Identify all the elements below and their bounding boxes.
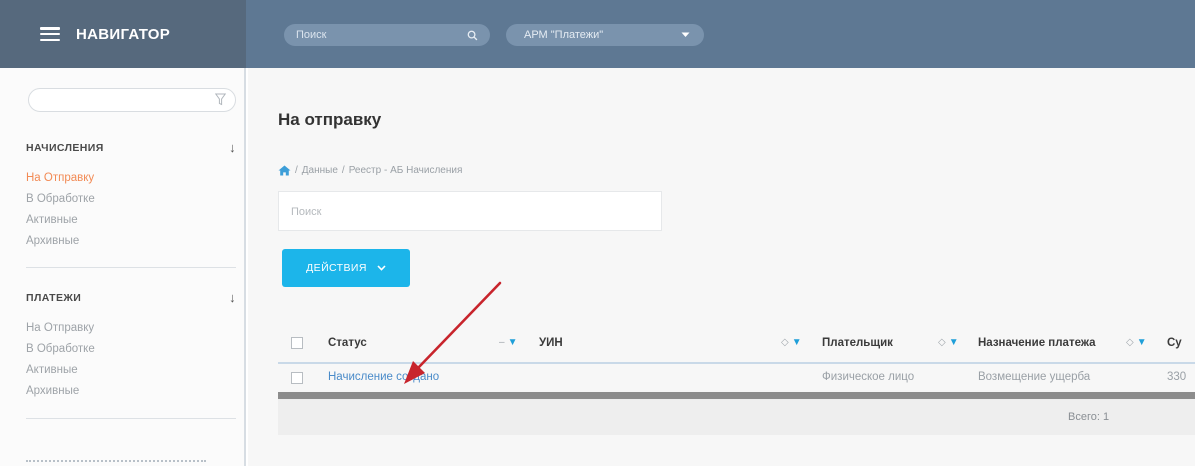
sidebar-item-accruals-active[interactable]: Активные — [26, 214, 78, 226]
total-count: Всего: 1 — [1068, 411, 1110, 423]
sidebar-filter[interactable] — [28, 88, 236, 112]
apm-label: АРМ "Платежи" — [524, 29, 604, 41]
page-title: На отправку — [278, 110, 382, 129]
table-header: Статус – ▼ УИН ◇ ▼ Плательщик ◇ ▼ Назначени… — [278, 328, 1195, 364]
column-header-amount[interactable]: Су — [1167, 337, 1182, 349]
breadcrumb-separator: / — [341, 165, 345, 176]
chevron-down-icon — [681, 32, 690, 37]
global-search-input[interactable] — [296, 29, 446, 41]
filter-icon[interactable]: ▼ — [1137, 337, 1147, 348]
sidebar-item-payments-to-send[interactable]: На Отправку — [26, 322, 94, 334]
apm-selector[interactable]: АРМ "Платежи" — [506, 24, 704, 46]
main-content: На отправку / Данные / Реестр - АБ Начис… — [248, 68, 1195, 466]
breadcrumb-separator: / — [295, 165, 298, 176]
sort-icon[interactable]: ◇ ▼ — [938, 337, 959, 348]
sidebar-divider — [26, 267, 236, 268]
sort-icon[interactable]: ◇ ▼ — [781, 337, 802, 348]
table-footer: Всего: 1 — [278, 399, 1195, 435]
sidebar-item-payments-archived[interactable]: Архивные — [26, 385, 79, 397]
sidebar-filter-input[interactable] — [39, 89, 213, 111]
sidebar-divider — [26, 418, 236, 419]
hamburger-icon[interactable] — [40, 27, 60, 41]
chevron-down-icon — [377, 265, 386, 271]
breadcrumb: / Данные / Реестр - АБ Начисления — [278, 165, 462, 176]
horizontal-scrollbar[interactable] — [278, 392, 1195, 399]
table-search-input[interactable] — [279, 192, 653, 232]
filter-icon[interactable]: ▼ — [949, 337, 959, 348]
brand-title: НАВИГАТОР — [76, 25, 171, 43]
filter-icon[interactable]: ▼ — [792, 337, 802, 348]
sort-icon[interactable]: – ▼ — [499, 337, 517, 348]
table-row[interactable]: Начисление создано Физическое лицо Возме… — [278, 364, 1195, 392]
top-nav: АРМ "Платежи" — [246, 0, 1195, 68]
sort-icon[interactable]: ◇ ▼ — [1126, 337, 1147, 348]
actions-button[interactable]: ДЕЙСТВИЯ — [282, 249, 410, 287]
sidebar-bottom-edge — [26, 460, 206, 466]
column-header-status[interactable]: Статус — [328, 337, 367, 349]
row-checkbox[interactable] — [291, 372, 303, 384]
filter-icon[interactable] — [215, 93, 226, 106]
home-icon[interactable] — [278, 165, 291, 176]
arrow-down-icon[interactable]: ↓ — [229, 140, 236, 155]
sidebar: НАЧИСЛЕНИЯ ↓ На Отправку В Обработке Акт… — [0, 68, 246, 466]
actions-label: ДЕЙСТВИЯ — [306, 262, 367, 274]
sidebar-item-accruals-to-send[interactable]: На Отправку — [26, 172, 94, 184]
sidebar-item-accruals-processing[interactable]: В Обработке — [26, 193, 95, 205]
column-header-uin[interactable]: УИН — [539, 337, 563, 349]
accruals-table: Статус – ▼ УИН ◇ ▼ Плательщик ◇ ▼ Назначени… — [278, 328, 1195, 435]
sidebar-item-payments-processing[interactable]: В Обработке — [26, 343, 95, 355]
section-header-accruals[interactable]: НАЧИСЛЕНИЯ ↓ — [0, 140, 236, 155]
sidebar-item-accruals-archived[interactable]: Архивные — [26, 235, 79, 247]
section-title: НАЧИСЛЕНИЯ — [26, 141, 104, 154]
global-search[interactable] — [284, 24, 490, 46]
top-bar: НАВИГАТОР АРМ "Платежи" — [0, 0, 1195, 68]
filter-icon[interactable]: ▼ — [508, 337, 518, 348]
column-header-payer[interactable]: Плательщик — [822, 337, 893, 349]
arrow-down-icon[interactable]: ↓ — [229, 290, 236, 305]
row-amount: 330 — [1167, 371, 1187, 383]
row-purpose: Возмещение ущерба — [978, 371, 1091, 383]
row-payer: Физическое лицо — [822, 371, 915, 383]
section-header-payments[interactable]: ПЛАТЕЖИ ↓ — [0, 290, 236, 305]
select-all-checkbox[interactable] — [291, 337, 303, 349]
breadcrumb-current: Реестр - АБ Начисления — [348, 165, 463, 176]
sidebar-item-payments-active[interactable]: Активные — [26, 364, 78, 376]
brand-area: НАВИГАТОР — [0, 0, 246, 68]
search-icon[interactable] — [467, 30, 478, 41]
breadcrumb-link-data[interactable]: Данные — [302, 165, 338, 176]
table-search[interactable] — [278, 191, 662, 232]
row-status-link[interactable]: Начисление создано — [328, 371, 439, 383]
column-header-purpose[interactable]: Назначение платежа — [978, 337, 1096, 349]
section-title: ПЛАТЕЖИ — [26, 291, 82, 304]
